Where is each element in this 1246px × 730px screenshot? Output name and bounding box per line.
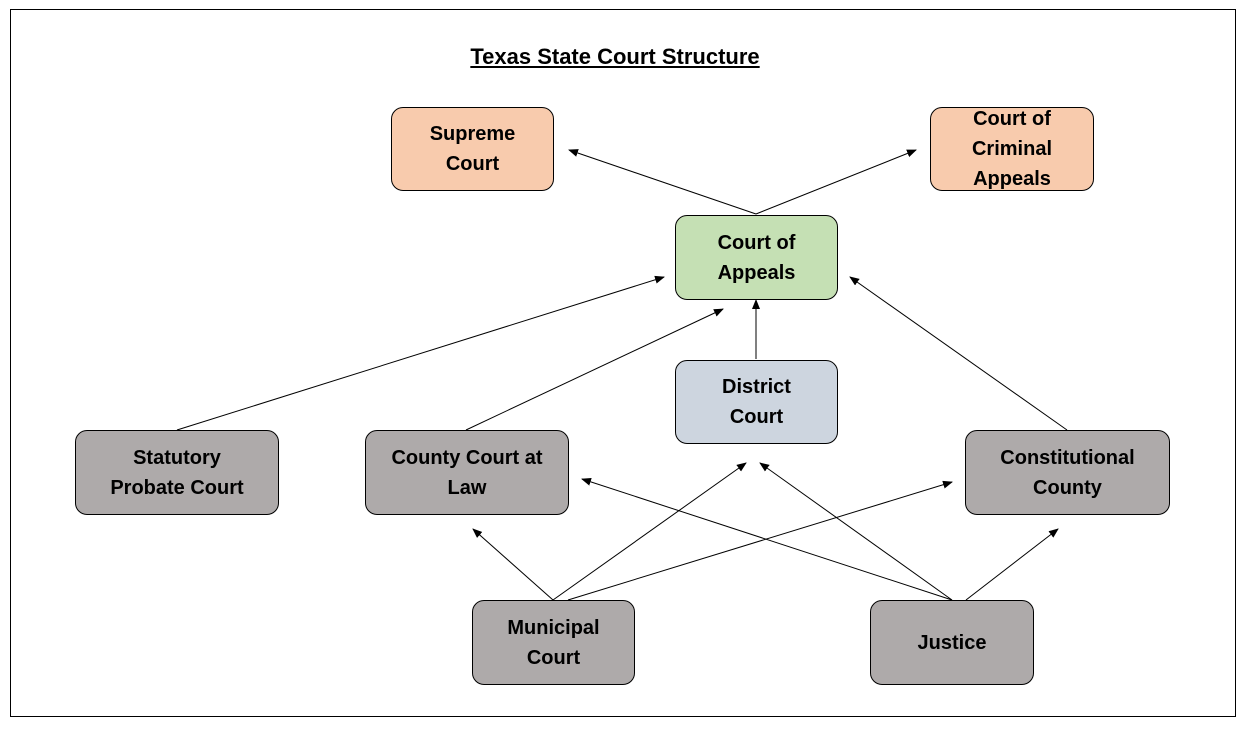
edge-constitutional-to-appeals: [849, 276, 1068, 431]
edge-justice-to-constitutional: [965, 528, 1059, 601]
node-district-court: District Court: [675, 360, 838, 444]
edge-probate-to-appeals: [176, 275, 665, 431]
node-county-court-at-law: County Court at Law: [365, 430, 569, 515]
edge-appeals-to-criminal-appeals: [755, 149, 917, 215]
edge-municipal-to-county-law: [472, 528, 554, 601]
edge-municipal-to-district: [552, 462, 747, 601]
node-court-of-criminal-appeals: Court of Criminal Appeals: [930, 107, 1094, 191]
node-justice: Justice: [870, 600, 1034, 685]
node-supreme-court: Supreme Court: [391, 107, 554, 191]
node-municipal-court: Municipal Court: [472, 600, 635, 685]
edge-municipal-to-constitutional: [567, 480, 953, 601]
node-statutory-probate-court: Statutory Probate Court: [75, 430, 279, 515]
node-court-of-appeals: Court of Appeals: [675, 215, 838, 300]
edge-appeals-to-supreme: [568, 149, 757, 215]
edge-justice-to-district: [759, 462, 953, 601]
node-constitutional-county: Constitutional County: [965, 430, 1170, 515]
